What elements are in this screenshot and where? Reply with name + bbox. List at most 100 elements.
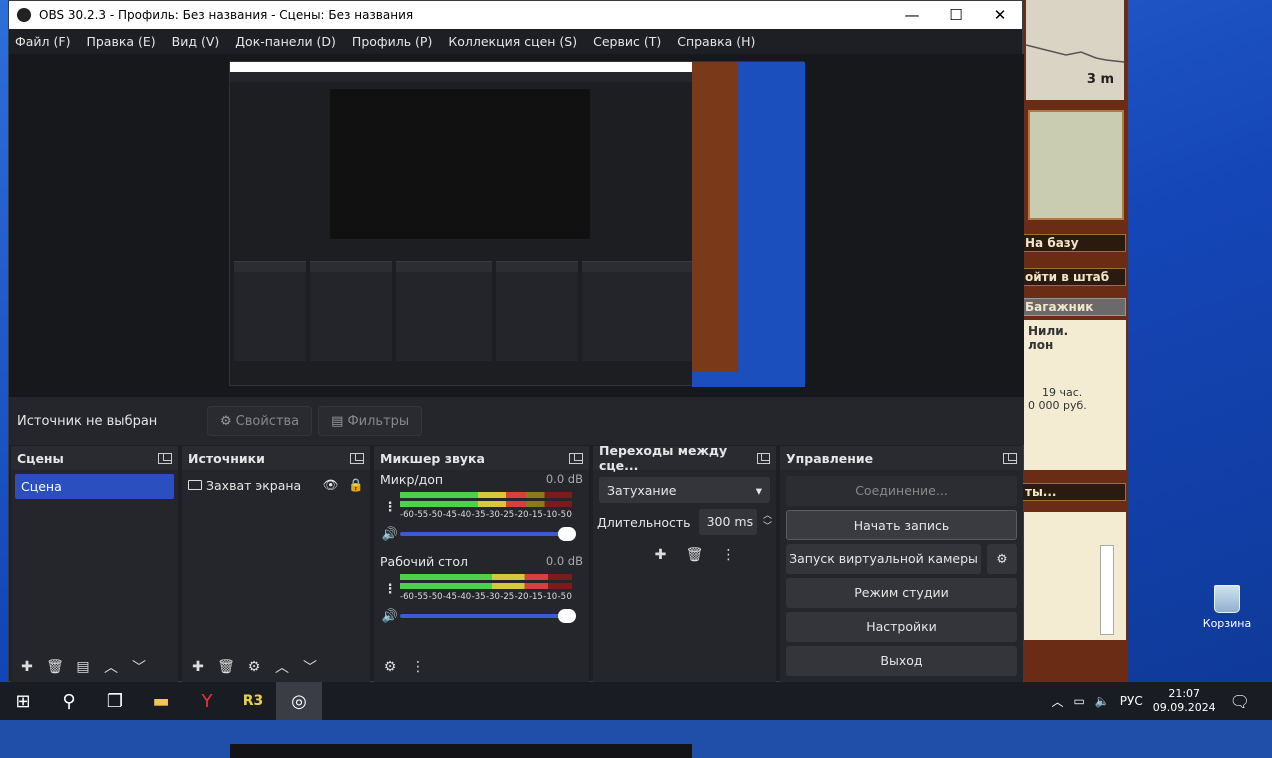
- move-up-button[interactable]: ︿: [270, 655, 294, 679]
- mixer-menu-button[interactable]: ⋮: [406, 655, 430, 679]
- duration-spinner[interactable]: ︿ ﹀: [763, 511, 772, 533]
- source-item[interactable]: Захват экрана 👁 🔒: [182, 470, 370, 500]
- remove-transition-button[interactable]: 🗑: [683, 543, 707, 567]
- file-explorer-icon[interactable]: ▬: [138, 682, 184, 720]
- speaker-icon[interactable]: 🔊: [380, 609, 400, 624]
- filters-button[interactable]: ▤ Фильтры: [318, 406, 423, 436]
- virtual-camera-settings-button[interactable]: ⚙: [987, 544, 1017, 574]
- yandex-browser-icon[interactable]: Y: [184, 682, 230, 720]
- window-title: OBS 30.2.3 - Профиль: Без названия - Сце…: [39, 8, 414, 22]
- settings-button[interactable]: Настройки: [786, 612, 1017, 642]
- remove-source-button[interactable]: 🗑: [214, 655, 238, 679]
- task-view-icon[interactable]: ❐: [92, 682, 138, 720]
- undock-icon[interactable]: [350, 452, 364, 464]
- channel-menu-button[interactable]: ⋮: [380, 500, 400, 515]
- map-image: [1028, 110, 1124, 220]
- obs-taskbar-icon[interactable]: ◎: [276, 682, 322, 720]
- connect-button[interactable]: Соединение...: [786, 476, 1017, 506]
- undock-icon[interactable]: [1003, 452, 1017, 464]
- start-recording-button[interactable]: Начать запись: [786, 510, 1017, 540]
- undock-icon[interactable]: [158, 452, 172, 464]
- windows-start-icon[interactable]: ⊞: [0, 682, 46, 720]
- notifications-icon[interactable]: 🗨: [1230, 692, 1250, 711]
- game-text-1: Нили.: [1028, 324, 1069, 338]
- maximize-button[interactable]: ☐: [934, 6, 978, 24]
- game-button-trunk[interactable]: Багажник: [1022, 298, 1126, 316]
- game-button-base[interactable]: На базу: [1022, 234, 1126, 252]
- scene-filters-button[interactable]: ▤: [71, 655, 95, 679]
- sources-header: Источники: [182, 446, 370, 470]
- channel-name: Микр/доп: [380, 472, 444, 487]
- menu-edit[interactable]: Правка (E): [86, 34, 155, 49]
- move-down-button[interactable]: ﹀: [127, 655, 151, 679]
- close-button[interactable]: ✕: [978, 6, 1022, 24]
- advanced-audio-button[interactable]: ⚙: [378, 655, 402, 679]
- mixer-channel-mic: Микр/доп 0.0 dB ⋮ -60 -55 -50 -45 -40 -35 -30 -2…: [374, 470, 589, 544]
- mixer-channel-desktop: Рабочий стол 0.0 dB ⋮ -60 -55 -50 -45 -40 -35-…: [374, 552, 589, 626]
- speaker-icon[interactable]: 🔊: [380, 527, 400, 542]
- transition-select[interactable]: Затухание ▾: [599, 477, 770, 503]
- scene-item[interactable]: Сцена: [15, 474, 174, 499]
- volume-meter: -60 -55 -50 -45 -40 -35 -30 -25 -20 -15 -10 -5 0: [400, 490, 572, 524]
- menu-tools[interactable]: Сервис (T): [593, 34, 661, 49]
- studio-mode-button[interactable]: Режим студии: [786, 578, 1017, 608]
- menu-file[interactable]: Файл (F): [15, 34, 70, 49]
- undock-icon[interactable]: [569, 452, 583, 464]
- volume-knob[interactable]: [558, 527, 576, 541]
- menu-scene-collection[interactable]: Коллекция сцен (S): [448, 34, 577, 49]
- lock-icon[interactable]: 🔒: [348, 477, 364, 493]
- background-game-window: 3 m На базу ойти в штаб Багажник Нили. л…: [1022, 0, 1128, 682]
- add-source-button[interactable]: ✚: [186, 655, 210, 679]
- recycle-bin[interactable]: Корзина: [1196, 585, 1258, 630]
- menu-help[interactable]: Справка (H): [677, 34, 755, 49]
- channel-menu-button[interactable]: ⋮: [380, 582, 400, 597]
- meter-ticks: -60 -55 -50 -45 -40 -35 -30 -25 -20 -15 -10 -5 0: [400, 510, 572, 520]
- clock-date: 09.09.2024: [1152, 701, 1216, 714]
- eye-icon[interactable]: 👁: [323, 477, 339, 493]
- clock[interactable]: 21:07 09.09.2024: [1153, 687, 1216, 715]
- chevron-down-icon: ▾: [755, 482, 762, 498]
- exit-button[interactable]: Выход: [786, 646, 1017, 676]
- game-button-more[interactable]: ты...: [1022, 483, 1126, 501]
- preview-recursive-capture: [229, 61, 805, 758]
- source-properties-button[interactable]: ⚙: [242, 655, 266, 679]
- volume-icon[interactable]: 🔈: [1095, 694, 1110, 708]
- transitions-title: Переходы между сце...: [599, 443, 728, 473]
- monitor-icon: [188, 480, 202, 490]
- menu-bar: Файл (F) Правка (E) Вид (V) Док-панели (…: [9, 29, 1022, 53]
- search-icon[interactable]: ⚲: [46, 682, 92, 720]
- chevron-up-icon[interactable]: ︿: [1051, 693, 1063, 710]
- meter-ticks: -60 -55 -50 -45 -40 -35 -30 -25 -20 -15 -10 -5 0: [400, 592, 572, 602]
- game-button-hq[interactable]: ойти в штаб: [1022, 268, 1126, 286]
- move-down-button[interactable]: ﹀: [298, 655, 322, 679]
- controls-title: Управление: [786, 450, 874, 466]
- start-virtual-camera-button[interactable]: Запуск виртуальной камеры: [786, 544, 981, 574]
- recycle-bin-icon: [1214, 585, 1240, 613]
- gear-icon: ⚙: [220, 413, 232, 429]
- transition-menu-button[interactable]: ⋮: [717, 543, 741, 567]
- game-text-3: 19 час.: [1042, 386, 1083, 399]
- undock-icon[interactable]: [756, 452, 771, 464]
- menu-profile[interactable]: Профиль (P): [352, 34, 432, 49]
- move-up-button[interactable]: ︿: [99, 655, 123, 679]
- add-transition-button[interactable]: ✚: [649, 543, 673, 567]
- remove-scene-button[interactable]: 🗑: [43, 655, 67, 679]
- menu-view[interactable]: Вид (V): [172, 34, 220, 49]
- volume-slider[interactable]: [400, 527, 576, 541]
- game-app-icon[interactable]: R3: [230, 682, 276, 720]
- add-scene-button[interactable]: ✚: [15, 655, 39, 679]
- properties-button[interactable]: ⚙ Свойства: [207, 406, 313, 436]
- game-scrollbar[interactable]: [1100, 545, 1114, 635]
- volume-slider[interactable]: [400, 609, 576, 623]
- network-icon[interactable]: ▭: [1073, 694, 1084, 708]
- duration-input[interactable]: 300 ms: [698, 509, 757, 535]
- controls-dock: Управление Соединение... Начать запись З…: [780, 446, 1023, 683]
- system-tray: ︿ ▭ 🔈 РУС 21:07 09.09.2024 🗨: [1051, 682, 1272, 720]
- preview-canvas[interactable]: [9, 54, 1024, 758]
- menu-docks[interactable]: Док-панели (D): [235, 34, 336, 49]
- transitions-dock: Переходы между сце... Затухание ▾ Длитель…: [593, 443, 776, 683]
- minimize-button[interactable]: —: [890, 6, 934, 24]
- duration-row: Длительность 300 ms ︿ ﹀: [597, 509, 772, 535]
- volume-knob[interactable]: [558, 609, 576, 623]
- language-indicator[interactable]: РУС: [1120, 694, 1143, 708]
